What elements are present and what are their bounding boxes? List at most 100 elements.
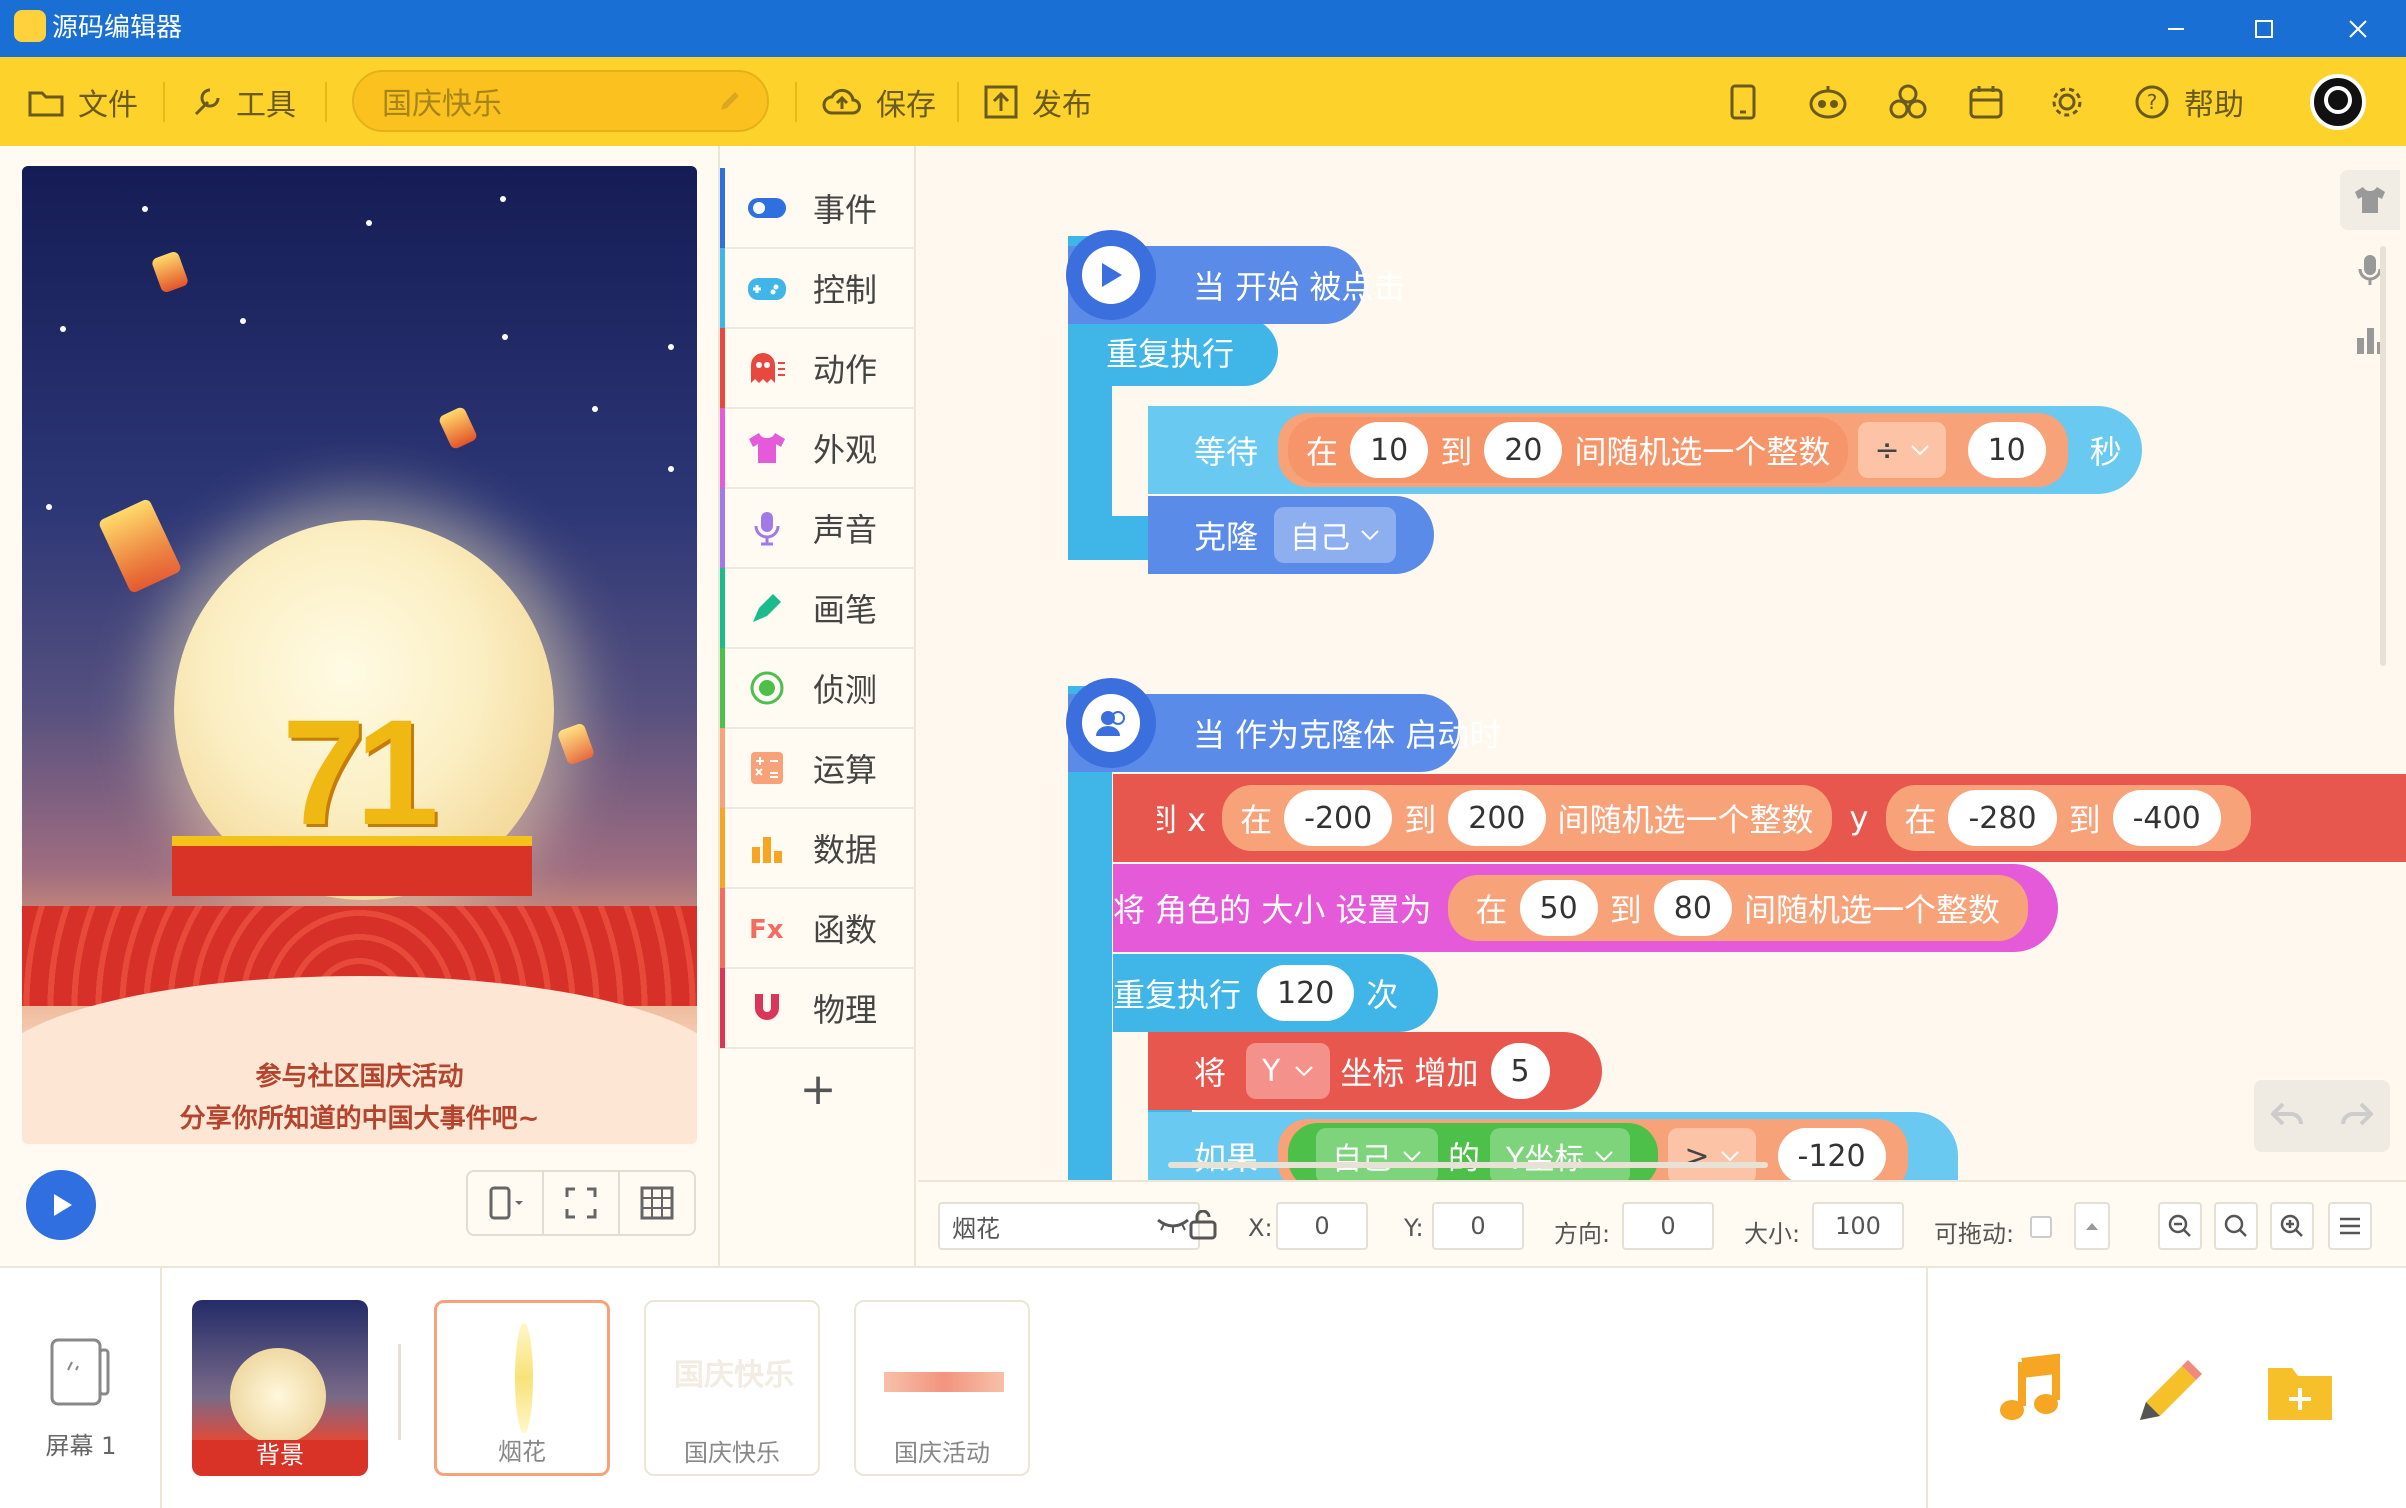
extensions-button[interactable] (1888, 57, 1928, 146)
divide-operator[interactable]: 在 10 到 20 间随机选一个整数 ÷ 10 (1278, 413, 2068, 487)
set-size-block[interactable]: 将 角色的 大小 设置为 在 50 到 80 间随机选一个整数 (1113, 864, 2058, 952)
category-functions[interactable]: Fx 函数 (720, 888, 916, 969)
robot-button[interactable] (1808, 57, 1848, 146)
add-sound-button[interactable] (1992, 1352, 2072, 1432)
object-dropdown[interactable]: 自己 (1316, 1128, 1439, 1180)
stage-canvas[interactable]: 71 参与社区国庆活动 分享你所知道的中国大事件吧~ (22, 166, 697, 1144)
upload-sprite-button[interactable] (2260, 1352, 2340, 1432)
random-max-input[interactable]: 80 (1653, 880, 1732, 936)
sprite-card-background[interactable]: 背景 (192, 1300, 368, 1476)
publish-button[interactable]: 发布 (984, 57, 1092, 146)
folder-icon (28, 87, 64, 117)
zoom-reset-button[interactable] (2214, 1202, 2258, 1250)
mic-icon (747, 510, 787, 546)
run-button[interactable] (26, 1170, 96, 1240)
property-of-block[interactable]: 自己 的 Y坐标 (1288, 1123, 1659, 1180)
random-max-input[interactable]: 20 (1484, 422, 1563, 478)
if-block[interactable]: 如果 自己 的 Y坐标 > -120 (1148, 1112, 1958, 1180)
device-orientation-button[interactable] (468, 1172, 544, 1234)
draggable-checkbox[interactable] (2030, 1216, 2052, 1238)
compare-operator[interactable]: 自己 的 Y坐标 > -120 (1278, 1119, 1908, 1180)
random-int-operator[interactable]: 在 -280 到 -400 (1886, 785, 2251, 851)
sprite-card-fireworks[interactable]: 烟花 (434, 1300, 610, 1476)
category-events[interactable]: 事件 (720, 168, 916, 249)
random-min-input[interactable]: -280 (1948, 790, 2057, 846)
axis-dropdown[interactable]: Y (1246, 1043, 1331, 1099)
maximize-button[interactable] (2218, 0, 2310, 57)
divisor-input[interactable]: 10 (1967, 422, 2046, 478)
clone-target-dropdown[interactable]: 自己 (1274, 507, 1397, 563)
horizontal-scrollbar[interactable] (1168, 1162, 1768, 1168)
redo-button[interactable] (2322, 1080, 2390, 1152)
grid-toggle-button[interactable] (620, 1172, 694, 1234)
device-button[interactable] (1968, 57, 2004, 146)
random-int-operator[interactable]: 在 50 到 80 间随机选一个整数 (1447, 875, 2028, 941)
file-menu-button[interactable]: 文件 (28, 57, 138, 146)
change-coord-block[interactable]: 将 Y 坐标 增加 5 (1148, 1032, 1602, 1110)
sprite-card-national-day[interactable]: 国庆快乐 国庆快乐 (644, 1300, 820, 1476)
close-button[interactable] (2312, 0, 2404, 57)
paint-sprite-button[interactable] (2126, 1352, 2206, 1432)
compare-value-input[interactable]: -120 (1777, 1128, 1886, 1180)
phone-preview-button[interactable] (1730, 57, 1756, 146)
category-motion[interactable]: 动作 (720, 328, 916, 409)
random-max-input[interactable]: 200 (1448, 790, 1546, 846)
y-input[interactable]: 0 (1432, 1202, 1524, 1250)
data-tab[interactable] (2340, 310, 2400, 370)
user-avatar[interactable] (2310, 74, 2366, 130)
repeat-forever-block[interactable]: 重复执行 (1068, 318, 1278, 386)
menu-button[interactable] (2328, 1202, 2372, 1250)
repeat-count-input[interactable]: 120 (1257, 965, 1355, 1021)
property-dropdown[interactable]: Y坐标 (1490, 1128, 1631, 1180)
random-int-operator[interactable]: 在 -200 到 200 间随机选一个整数 (1222, 785, 1832, 851)
size-label: 大小: (1744, 1220, 1801, 1248)
add-category-button[interactable]: + (720, 1049, 916, 1129)
costume-tab[interactable] (2340, 170, 2400, 230)
zoom-out-button[interactable] (2158, 1202, 2202, 1250)
comparison-dropdown[interactable]: > (1668, 1128, 1756, 1180)
category-physics[interactable]: 物理 (720, 968, 916, 1049)
random-int-operator[interactable]: 在 10 到 20 间随机选一个整数 (1288, 417, 1849, 483)
minimize-button[interactable] (2130, 0, 2222, 57)
category-sensing[interactable]: 侦测 (720, 648, 916, 729)
x-input[interactable]: 0 (1276, 1202, 1368, 1250)
category-operators[interactable]: 运算 (720, 728, 916, 809)
category-looks[interactable]: 外观 (720, 408, 916, 489)
lock-icon[interactable] (1188, 1210, 1218, 1240)
help-button[interactable]: ? 帮助 (2134, 57, 2244, 146)
size-input[interactable]: 100 (1812, 1202, 1904, 1250)
project-name-input[interactable]: 国庆快乐 (352, 70, 769, 132)
settings-button[interactable] (2048, 57, 2086, 146)
tools-menu-button[interactable]: 工具 (190, 57, 296, 146)
zoom-in-button[interactable] (2270, 1202, 2314, 1250)
save-button[interactable]: 保存 (822, 57, 936, 146)
category-pen[interactable]: 画笔 (720, 568, 916, 649)
category-data[interactable]: 数据 (720, 808, 916, 889)
tools-label: 工具 (236, 87, 296, 123)
wait-block[interactable]: 等待 在 10 到 20 间随机选一个整数 ÷ 10 秒 (1148, 406, 2142, 494)
sprite-card-activity[interactable]: 国庆活动 (854, 1300, 1030, 1476)
sound-tab[interactable] (2340, 240, 2400, 300)
cloud-upload-icon (822, 87, 862, 117)
category-control[interactable]: 控制 (720, 248, 916, 329)
random-max-input[interactable]: -400 (2112, 790, 2221, 846)
random-min-input[interactable]: 10 (1350, 422, 1429, 478)
undo-button[interactable] (2254, 1080, 2322, 1152)
code-workspace[interactable]: 重复执行 当 开始 被点击 等待 在 10 到 20 间随机选一个整数 ÷ 10… (918, 146, 2406, 1180)
goto-xy-block[interactable]: 移到 x 在 -200 到 200 间随机选一个整数 y 在 -280 到 -4… (1113, 774, 2406, 862)
change-amount-input[interactable]: 5 (1490, 1043, 1550, 1099)
category-sound[interactable]: 声音 (720, 488, 916, 569)
sprite-name-input[interactable]: 烟花 (938, 1202, 1200, 1250)
random-min-input[interactable]: -200 (1284, 790, 1393, 846)
clone-block[interactable]: 克隆 自己 (1148, 496, 1435, 574)
screen-selector[interactable]: 屏幕 1 (0, 1268, 162, 1508)
fullscreen-button[interactable] (544, 1172, 620, 1234)
operator-dropdown[interactable]: ÷ (1858, 422, 1946, 478)
eye-closed-icon[interactable] (1156, 1214, 1190, 1236)
random-min-input[interactable]: 50 (1519, 880, 1598, 936)
repeat-times-block[interactable]: 重复执行 120 次 (1113, 954, 1439, 1032)
collapse-button[interactable] (2074, 1202, 2110, 1250)
vertical-scrollbar[interactable] (2380, 246, 2386, 666)
device-icon (1968, 84, 2004, 120)
direction-input[interactable]: 0 (1622, 1202, 1714, 1250)
